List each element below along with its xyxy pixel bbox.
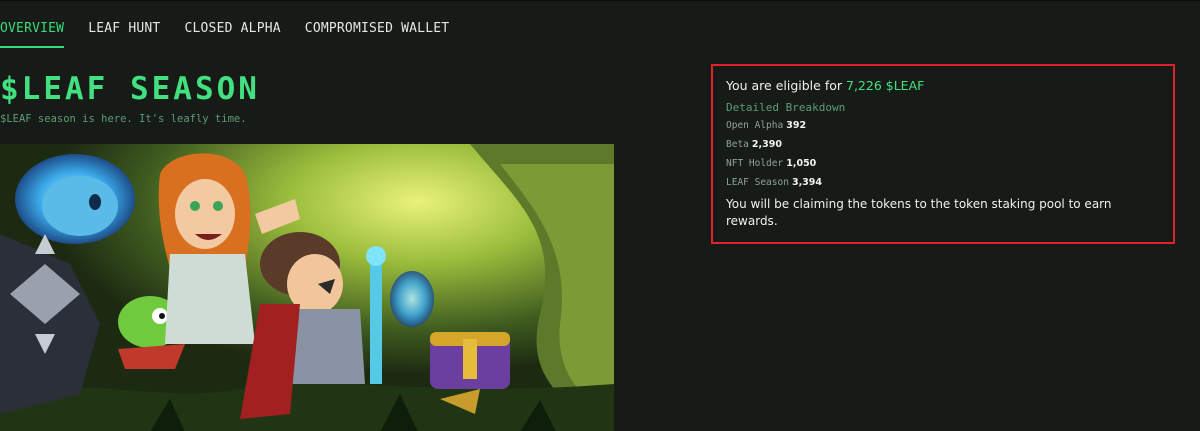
leaf-season-banner-image (0, 144, 614, 431)
page-title: $LEAF SEASON (0, 71, 260, 107)
breakdown-label: NFT Holder (726, 158, 784, 169)
tab-compromised-wallet[interactable]: COMPROMISED WALLET (305, 19, 449, 46)
tab-closed-alpha[interactable]: CLOSED ALPHA (184, 19, 280, 46)
breakdown-label: Open Alpha (726, 120, 784, 131)
eligibility-panel: You are eligible for 7,226 $LEAF Detaile… (711, 64, 1175, 244)
page-subtitle: $LEAF season is here. It's leafly time. (0, 113, 247, 125)
breakdown-list: Open Alpha 392 Beta 2,390 NFT Holder 1,0… (726, 120, 1160, 188)
page: OVERVIEW LEAF HUNT CLOSED ALPHA COMPROMI… (0, 0, 1200, 431)
breakdown-value: 2,390 (751, 139, 782, 150)
breakdown-title: Detailed Breakdown (726, 101, 846, 114)
eligible-amount: 7,226 $LEAF (846, 78, 925, 93)
eligibility-line: You are eligible for 7,226 $LEAF (726, 78, 1160, 93)
tab-leaf-hunt[interactable]: LEAF HUNT (88, 19, 160, 46)
breakdown-label: Beta (726, 139, 749, 150)
breakdown-value: 3,394 (791, 177, 823, 188)
claim-note: You will be claiming the tokens to the t… (726, 197, 1112, 228)
breakdown-value: 1,050 (786, 158, 817, 169)
breakdown-row-leaf-season: LEAF Season 3,394 (726, 177, 1160, 188)
tab-overview[interactable]: OVERVIEW (0, 19, 65, 48)
top-nav: OVERVIEW LEAF HUNT CLOSED ALPHA COMPROMI… (0, 19, 473, 48)
breakdown-row-nft-holder: NFT Holder 1,050 (726, 158, 1160, 169)
breakdown-row-open-alpha: Open Alpha 392 (726, 120, 1160, 131)
breakdown-label: LEAF Season (726, 177, 789, 188)
breakdown-value: 392 (786, 120, 807, 131)
eligibility-prefix: You are eligible for (726, 78, 843, 93)
breakdown-row-beta: Beta 2,390 (726, 139, 1160, 150)
